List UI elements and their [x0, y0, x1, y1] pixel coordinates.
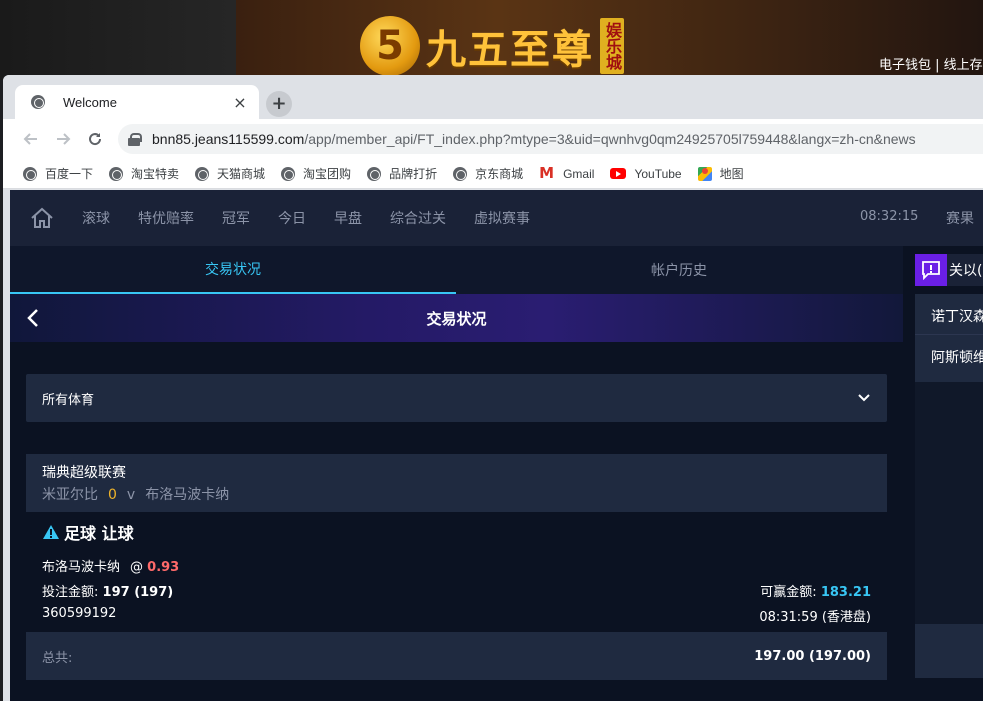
bet-type-label: 足球 让球 [64, 524, 134, 543]
new-tab-button[interactable]: + [266, 91, 292, 117]
browser-toolbar: bnn85.jeans115599.com/app/member_api/FT_… [3, 119, 983, 159]
warning-icon [43, 525, 59, 539]
bet-card-header: 瑞典超级联赛 米亚尔比 0 v 布洛马波卡纳 [26, 454, 887, 512]
nav-item-today[interactable]: 今日 [278, 208, 306, 228]
tab-title: Welcome [63, 94, 117, 110]
sport-filter-dropdown[interactable]: 所有体育 [26, 374, 887, 422]
gmail-icon [539, 164, 555, 182]
list-item[interactable]: 阿斯顿维 [915, 334, 983, 374]
score: 0 [108, 487, 117, 503]
match-line: 米亚尔比 0 v 布洛马波卡纳 [42, 484, 871, 504]
bookmark-item[interactable]: 百度一下 [23, 165, 93, 182]
total-row: 总共: 197.00 (197.00) [26, 632, 887, 680]
nav-item-live[interactable]: 滚球 [82, 208, 110, 228]
side-panel-list: 诺丁汉森 阿斯顿维 [915, 294, 983, 382]
main-panel: 交易状况 帐户历史 交易状况 所有体育 瑞典超级联赛 米亚尔比 0 v 布洛马波卡纳 [10, 246, 903, 701]
nav-item-parlay[interactable]: 综合过关 [390, 208, 446, 228]
nav-item-special-odds[interactable]: 特优赔率 [138, 208, 194, 228]
away-team: 布洛马波卡纳 [145, 487, 230, 503]
page-header: 交易状况 [10, 294, 903, 342]
total-label: 总共: [42, 650, 73, 666]
bookmarks-bar: 百度一下 淘宝特卖 天猫商城 淘宝团购 品牌打折 京东商城 Gmail YouT… [3, 159, 983, 189]
side-panel-footer [915, 624, 983, 678]
page-title: 交易状况 [426, 310, 487, 328]
bookmark-item[interactable]: 淘宝特卖 [109, 165, 179, 182]
back-arrow-icon[interactable] [15, 123, 47, 155]
globe-icon [367, 166, 382, 181]
globe-icon [109, 166, 124, 181]
odds-at: @ [130, 560, 144, 575]
brand-logo-icon: 5 [360, 16, 420, 76]
ticket-row: 360599192 08:31:59 (香港盘) [42, 606, 871, 625]
bookmark-youtube[interactable]: YouTube [610, 167, 682, 181]
stake: 投注金额: 197 (197) [42, 585, 174, 600]
nav-item-outright[interactable]: 冠军 [222, 208, 250, 228]
versus: v [126, 487, 136, 503]
chevron-down-icon [858, 394, 870, 402]
bookmark-item[interactable]: 天猫商城 [195, 165, 265, 182]
tab-strip: Welcome × + [3, 75, 983, 119]
youtube-icon [610, 168, 627, 179]
url-text[interactable]: bnn85.jeans115599.com/app/member_api/FT_… [152, 131, 916, 147]
address-bar[interactable]: bnn85.jeans115599.com/app/member_api/FT_… [118, 124, 983, 154]
background-left-panel [0, 0, 236, 80]
nav-item-early[interactable]: 早盘 [334, 208, 362, 228]
globe-icon [23, 166, 37, 181]
results-link[interactable]: 赛果 [946, 208, 974, 228]
tab-account-history[interactable]: 帐户历史 [456, 246, 902, 294]
bookmark-gmail[interactable]: Gmail [539, 164, 594, 182]
odds-value: 0.93 [147, 560, 180, 575]
browser-tab-welcome[interactable]: Welcome × [15, 85, 259, 119]
bookmark-item[interactable]: 京东商城 [453, 165, 523, 182]
content-tabs: 交易状况 帐户历史 [10, 246, 903, 294]
forward-arrow-icon[interactable] [47, 123, 79, 155]
background-links[interactable]: 电子钱包 | 线上存 [879, 54, 983, 73]
background-website: 5 九五至尊 娱乐城 电子钱包 | 线上存 [0, 0, 983, 80]
potential-win: 可赢金额: 183.21 [760, 585, 871, 600]
brand-tag: 娱乐城 [600, 18, 624, 74]
bookmark-item[interactable]: 淘宝团购 [281, 165, 351, 182]
side-panel-header: 关以( [915, 254, 983, 286]
nav-item-virtual[interactable]: 虚拟赛事 [474, 208, 530, 228]
web-page: 滚球 特优赔率 冠军 今日 早盘 综合过关 虚拟赛事 08:32:15 赛果 交… [10, 190, 983, 701]
selection-team: 布洛马波卡纳 [42, 560, 121, 575]
tab-favicon-globe-icon [31, 95, 45, 109]
globe-icon [281, 166, 296, 181]
message-alert-icon[interactable] [915, 254, 947, 286]
reload-icon[interactable] [79, 123, 111, 155]
list-item[interactable]: 诺丁汉森 [915, 294, 983, 334]
league-name: 瑞典超级联赛 [42, 465, 126, 481]
home-icon[interactable] [30, 207, 54, 229]
tab-transactions[interactable]: 交易状况 [10, 246, 456, 294]
side-panel-title: 关以( [949, 263, 983, 279]
maps-icon [697, 166, 712, 181]
side-panel-body [915, 382, 983, 624]
brand-name: 九五至尊 [426, 26, 594, 73]
bet-type: 足球 让球 [42, 520, 871, 544]
bet-card-body: 足球 让球 布洛马波卡纳 @ 0.93 投注金额: 197 (197) 可赢金额:… [26, 512, 887, 632]
clock: 08:32:15 [860, 209, 919, 224]
browser-window: Welcome × + bnn85.jeans115599.com/app/me… [3, 75, 983, 701]
lock-icon[interactable] [128, 133, 142, 146]
bet-time: 08:31:59 (香港盘) [759, 610, 871, 625]
total-value: 197.00 (197.00) [754, 648, 871, 664]
globe-icon [453, 166, 468, 181]
bookmark-item[interactable]: 品牌打折 [367, 165, 437, 182]
sport-filter-value: 所有体育 [42, 392, 95, 408]
close-tab-icon[interactable]: × [231, 93, 249, 112]
globe-icon [195, 166, 210, 181]
right-side-panel: 关以( 诺丁汉森 阿斯顿维 [915, 246, 983, 701]
sport-nav: 滚球 特优赔率 冠军 今日 早盘 综合过关 虚拟赛事 [82, 190, 558, 246]
bet-selection: 布洛马波卡纳 @ 0.93 [42, 556, 871, 575]
bookmark-maps[interactable]: 地图 [697, 165, 744, 182]
brand-logo: 5 九五至尊 娱乐城 [360, 16, 624, 76]
home-team: 米亚尔比 [42, 487, 98, 503]
site-top-nav: 滚球 特优赔率 冠军 今日 早盘 综合过关 虚拟赛事 08:32:15 赛果 [10, 190, 983, 246]
ticket-id: 360599192 [42, 606, 117, 621]
stake-row: 投注金额: 197 (197) 可赢金额: 183.21 [42, 581, 871, 600]
